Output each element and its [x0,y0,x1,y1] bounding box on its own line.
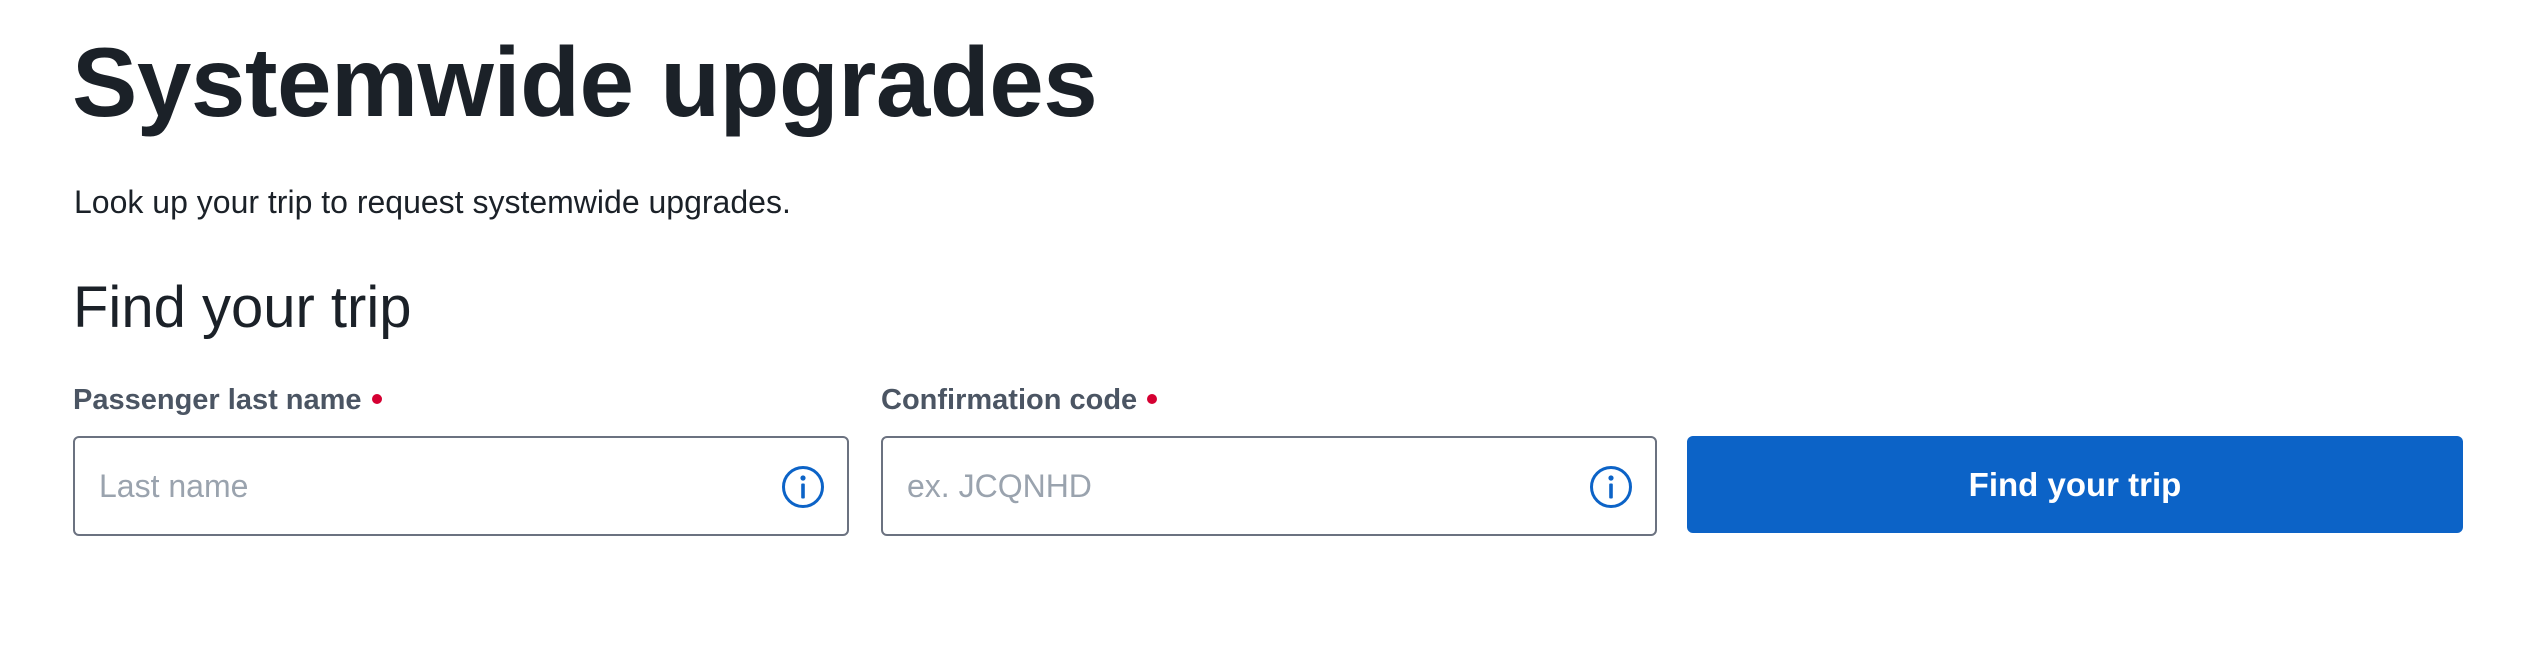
find-your-trip-button[interactable]: Find your trip [1687,436,2463,533]
last-name-label-row: Passenger last name [73,378,849,422]
last-name-input-box[interactable] [73,436,849,536]
confirmation-code-input-box[interactable] [881,436,1657,536]
page-intro: Look up your trip to request systemwide … [74,184,791,220]
last-name-field-group: Passenger last name [73,378,849,536]
required-indicator-icon [371,394,382,404]
info-icon[interactable] [1589,465,1633,509]
section-title: Find your trip [73,275,412,340]
page-title: Systemwide upgrades [72,27,1098,137]
confirmation-code-label: Confirmation code [881,383,1138,416]
info-icon[interactable] [781,465,825,509]
last-name-label: Passenger last name [73,383,362,416]
confirmation-code-field-group: Confirmation code [881,378,1657,536]
confirmation-code-label-row: Confirmation code [881,378,1657,422]
confirmation-code-input[interactable] [907,438,1547,534]
required-indicator-icon [1147,394,1158,404]
last-name-input[interactable] [99,438,739,534]
